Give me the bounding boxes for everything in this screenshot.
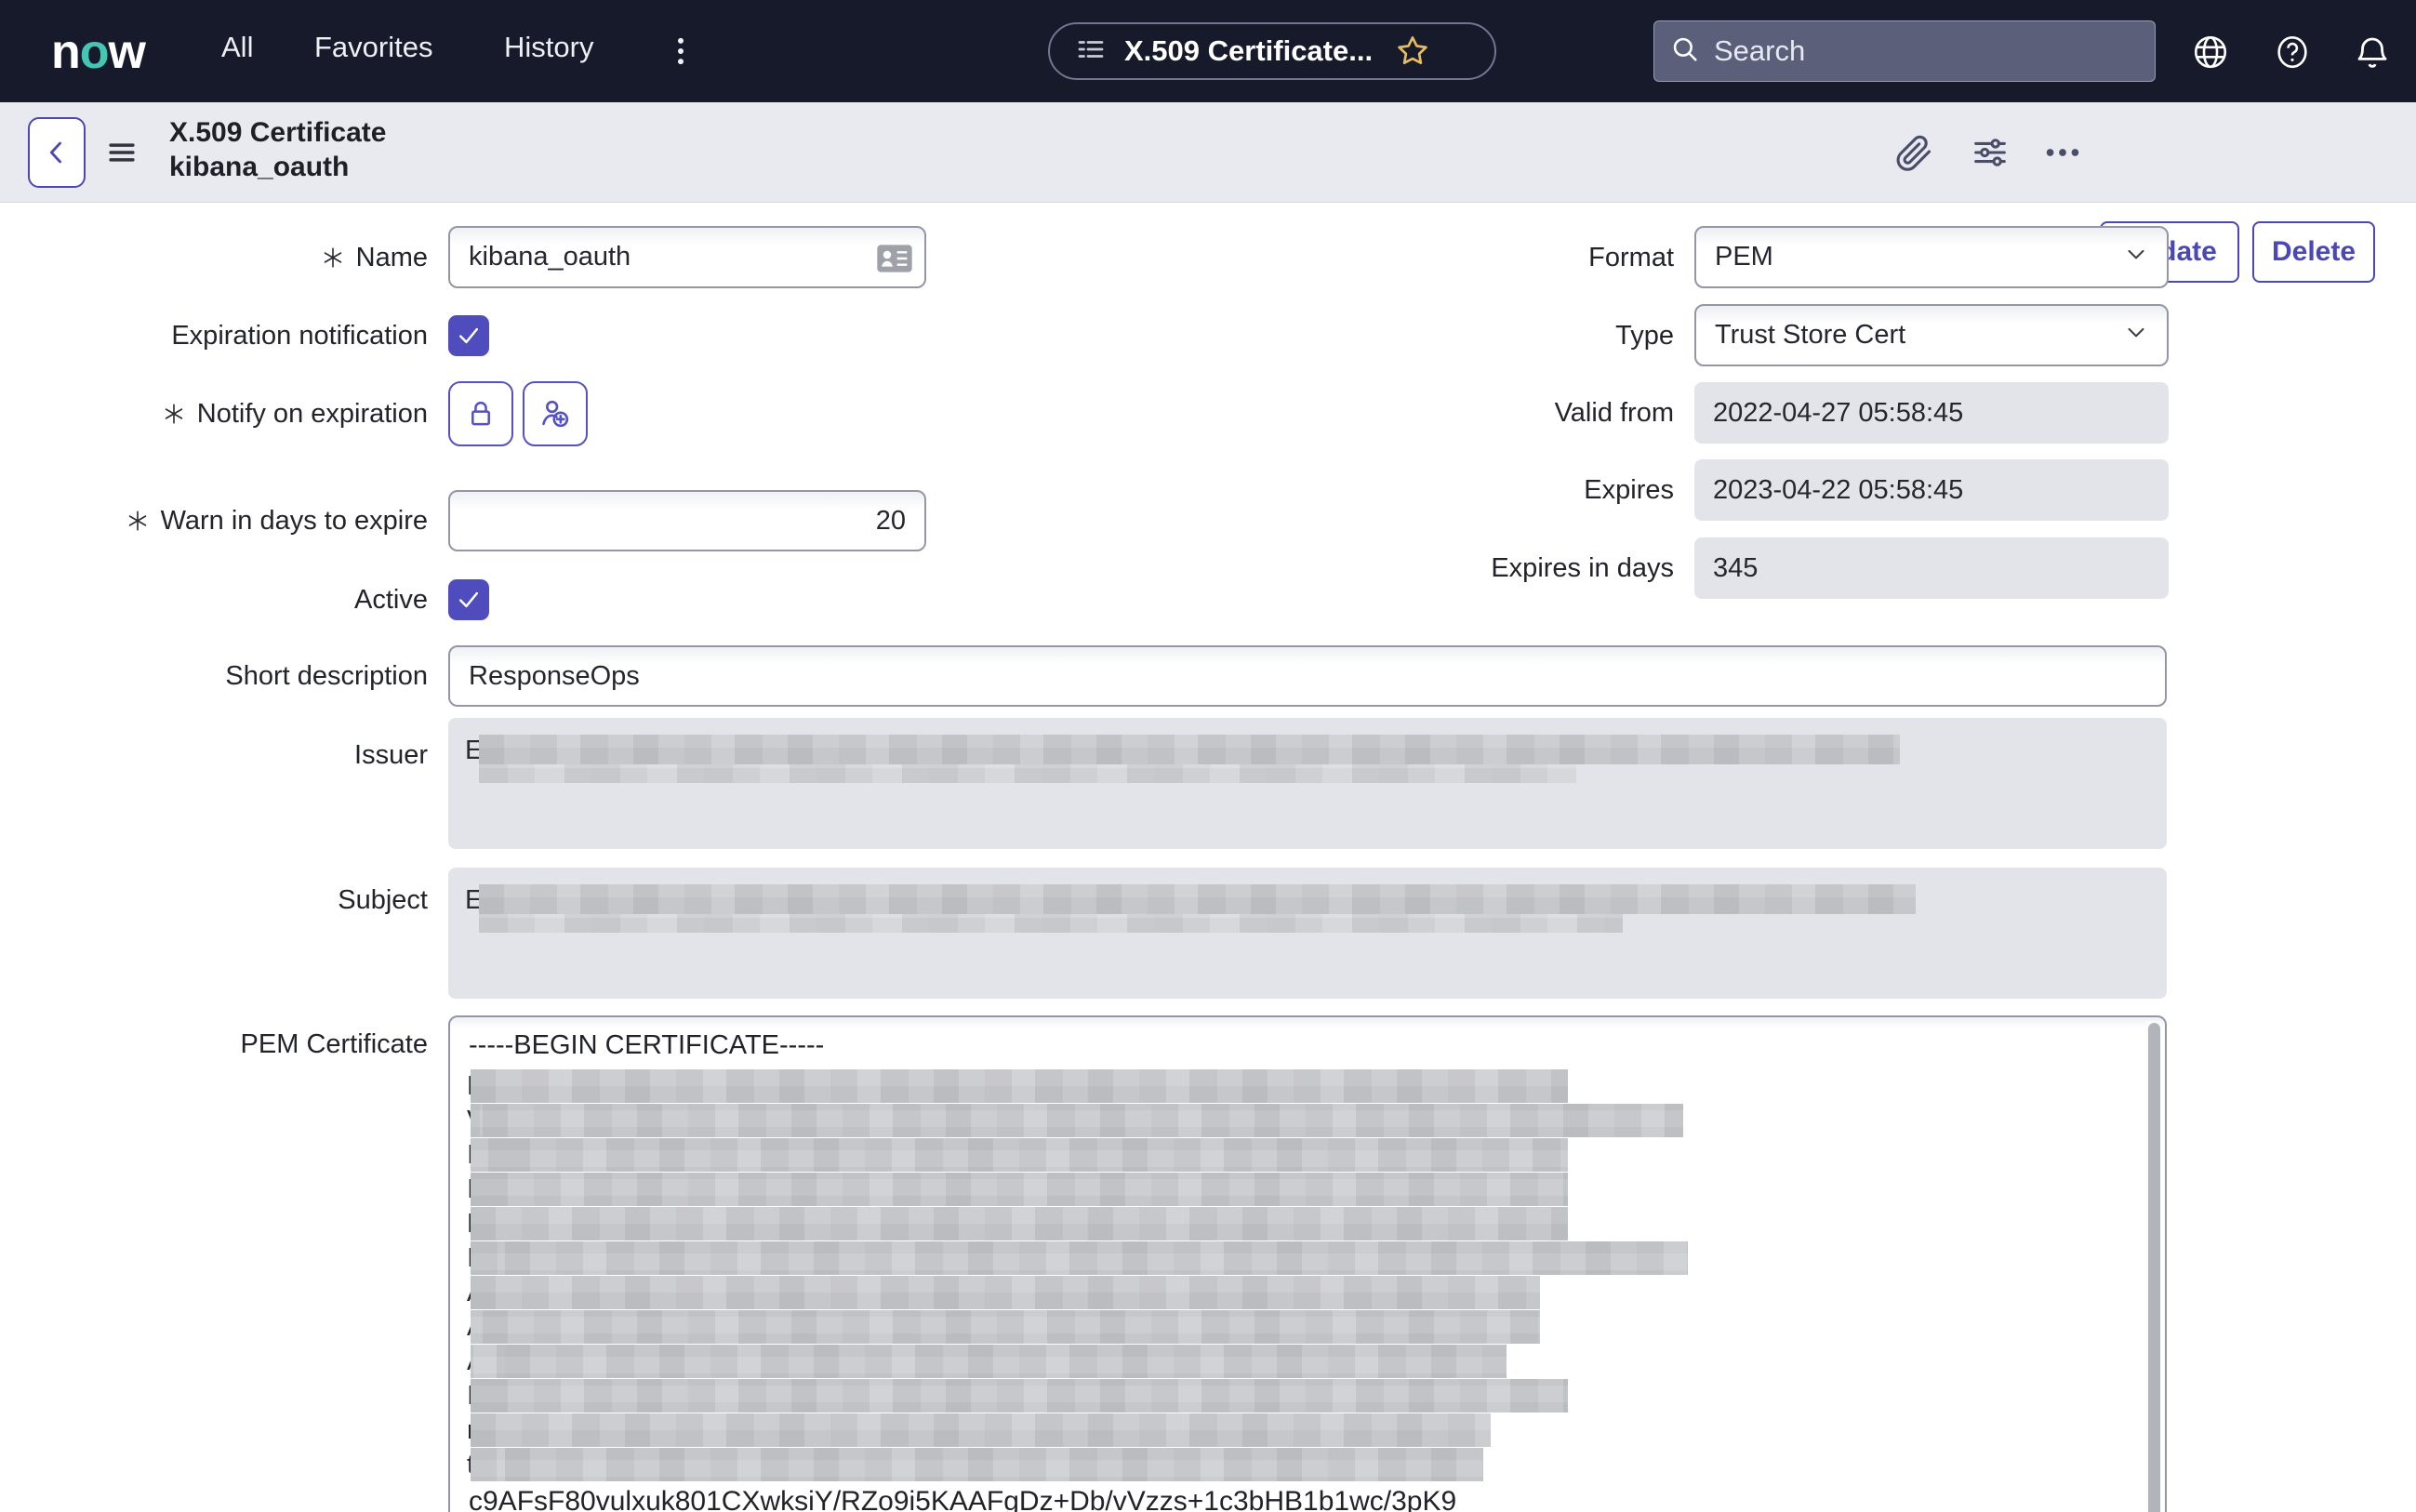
type-label: Type — [1615, 320, 1674, 351]
pem-scrollbar-thumb[interactable] — [2148, 1023, 2160, 1512]
active-checkbox[interactable] — [448, 579, 489, 620]
nav-more-menu-icon[interactable] — [662, 26, 699, 76]
expiration-notification-label: Expiration notification — [171, 320, 428, 351]
pem-redacted-line: r — [467, 1413, 1688, 1448]
issuer-label: Issuer — [354, 739, 428, 770]
valid-from-value: 2022-04-27 05:58:45 — [1694, 382, 2169, 444]
record-header-bar: X.509 Certificate kibana_oauth Update De… — [0, 102, 2416, 283]
servicenow-logo[interactable]: now — [51, 24, 146, 80]
expires-in-days-label: Expires in days — [1491, 552, 1674, 583]
subject-redacted-text — [479, 884, 1917, 933]
delete-button[interactable]: Delete — [2252, 221, 2375, 283]
pem-last-line: c9AFsF80vulxuk801CXwksiY/RZo9i5KAAFgDz+D… — [469, 1486, 1457, 1512]
notifications-bell-icon[interactable] — [2351, 31, 2394, 73]
warn-in-days-input[interactable] — [448, 490, 926, 551]
help-icon[interactable] — [2271, 31, 2314, 73]
pem-redacted-lines: MVIINIAAAIrt — [467, 1069, 1688, 1482]
required-icon — [321, 245, 345, 270]
pem-redacted-line: I — [467, 1379, 1688, 1413]
nav-item-favorites[interactable]: Favorites — [314, 31, 432, 64]
record-list-icon — [1074, 33, 1108, 71]
lock-icon-button[interactable] — [448, 381, 513, 446]
expires-label: Expires — [1584, 474, 1674, 505]
page-title-record: kibana_oauth — [169, 152, 350, 182]
nav-item-history[interactable]: History — [504, 31, 593, 64]
pem-scrollbar[interactable] — [2146, 1021, 2161, 1512]
global-search[interactable] — [1653, 20, 2156, 82]
top-nav-bar: now All Favorites History X.509 Certific… — [0, 0, 2416, 102]
pem-redacted-line: I — [467, 1138, 1688, 1173]
pem-redacted-line: A — [467, 1310, 1688, 1345]
subject-field: E — [448, 868, 2167, 999]
expires-value: 2023-04-22 05:58:45 — [1694, 459, 2169, 521]
format-label: Format — [1588, 242, 1674, 272]
pem-certificate-textarea[interactable]: -----BEGIN CERTIFICATE----- MVIINIAAAIrt… — [448, 1015, 2167, 1512]
add-user-icon-button[interactable] — [523, 381, 588, 446]
personalize-form-sliders-icon[interactable] — [1964, 126, 2016, 179]
required-icon — [162, 402, 186, 426]
open-record-pill[interactable]: X.509 Certificate... — [1048, 22, 1496, 80]
pem-redacted-line: A — [467, 1276, 1688, 1310]
chevron-down-icon — [2122, 318, 2150, 353]
short-description-label: Short description — [225, 660, 428, 691]
issuer-field: E — [448, 718, 2167, 849]
back-button[interactable] — [28, 117, 86, 188]
pem-redacted-line: N — [467, 1207, 1688, 1241]
record-pill-label: X.509 Certificate... — [1124, 34, 1374, 67]
warn-in-days-label: Warn in days to expire — [126, 505, 428, 537]
favorite-star-icon[interactable] — [1395, 33, 1430, 69]
pem-certificate-label: PEM Certificate — [240, 1028, 428, 1059]
name-input[interactable] — [448, 226, 926, 288]
active-label: Active — [354, 584, 428, 615]
expiration-notification-checkbox[interactable] — [448, 315, 489, 356]
pem-redacted-line: I — [467, 1173, 1688, 1207]
globe-icon[interactable] — [2189, 31, 2232, 73]
page-title-type: X.509 Certificate — [169, 117, 387, 148]
page-title: X.509 Certificate kibana_oauth — [169, 115, 386, 184]
type-select[interactable]: Trust Store Cert — [1694, 304, 2169, 366]
attachment-paperclip-icon[interactable] — [1888, 126, 1940, 179]
short-description-input[interactable] — [448, 645, 2167, 707]
pem-redacted-line: I — [467, 1241, 1688, 1276]
x509-certificate-form-page: now All Favorites History X.509 Certific… — [0, 0, 2416, 1512]
notify-on-expiration-label: Notify on expiration — [162, 398, 428, 430]
valid-from-label: Valid from — [1554, 397, 1674, 428]
preview-record-icon[interactable] — [876, 244, 913, 278]
pem-redacted-line: M — [467, 1069, 1688, 1104]
search-icon — [1669, 33, 1701, 70]
pem-redacted-line: t — [467, 1448, 1688, 1482]
required-icon — [126, 509, 150, 533]
pem-redacted-line: A — [467, 1345, 1688, 1379]
search-input[interactable] — [1714, 34, 2104, 68]
issuer-redacted-text — [479, 735, 1901, 783]
chevron-down-icon — [2122, 240, 2150, 275]
format-select[interactable]: PEM — [1694, 226, 2169, 288]
form-context-menu-icon[interactable] — [100, 123, 143, 182]
expires-in-days-value: 345 — [1694, 537, 2169, 599]
nav-item-all[interactable]: All — [221, 31, 253, 64]
name-label: Name — [321, 242, 428, 273]
pem-begin-line: -----BEGIN CERTIFICATE----- — [469, 1030, 825, 1060]
pem-redacted-line: V — [467, 1104, 1688, 1138]
more-actions-icon[interactable] — [2037, 126, 2089, 179]
subject-label: Subject — [338, 884, 428, 915]
